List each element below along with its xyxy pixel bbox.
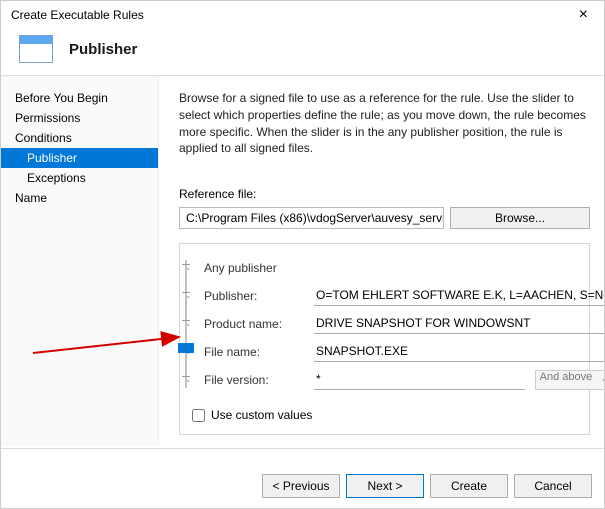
use-custom-values-label: Use custom values	[211, 408, 312, 422]
previous-button[interactable]: < Previous	[262, 474, 340, 498]
cancel-button[interactable]: Cancel	[514, 474, 592, 498]
page-title: Publisher	[69, 41, 137, 58]
create-button[interactable]: Create	[430, 474, 508, 498]
slider-tick	[182, 264, 190, 265]
reference-file-label: Reference file:	[179, 187, 590, 201]
sidebar-item-exceptions[interactable]: Exceptions	[1, 168, 158, 188]
window-title: Create Executable Rules	[11, 8, 144, 22]
reference-file-input[interactable]: C:\Program Files (x86)\vdogServer\auvesy…	[179, 207, 444, 229]
description-text: Browse for a signed file to use as a ref…	[179, 90, 590, 157]
sidebar-item-publisher[interactable]: Publisher	[1, 148, 158, 168]
next-button[interactable]: Next >	[346, 474, 424, 498]
any-publisher-label: Any publisher	[204, 261, 304, 275]
sidebar-item-conditions[interactable]: Conditions	[1, 128, 158, 148]
publisher-icon	[19, 35, 53, 63]
publisher-value[interactable]: O=TOM EHLERT SOFTWARE E.K, L=AACHEN, S=N…	[314, 286, 604, 306]
close-icon[interactable]: ×	[573, 7, 594, 23]
slider-tick	[182, 320, 190, 321]
file-name-value[interactable]: SNAPSHOT.EXE	[314, 342, 604, 362]
use-custom-values-checkbox[interactable]	[192, 409, 205, 422]
divider	[1, 448, 604, 449]
slider-tick	[182, 376, 190, 377]
main-panel: Browse for a signed file to use as a ref…	[159, 76, 604, 446]
and-above-dropdown[interactable]: And above	[535, 370, 604, 390]
sidebar-item-name[interactable]: Name	[1, 188, 158, 208]
product-name-value[interactable]: DRIVE SNAPSHOT FOR WINDOWSNT	[314, 314, 604, 334]
properties-panel: - Any publisher - Publisher: O=TOM EHLER…	[179, 243, 590, 435]
product-name-label: Product name:	[204, 317, 304, 331]
file-version-label: File version:	[204, 373, 304, 387]
browse-button[interactable]: Browse...	[450, 207, 590, 229]
file-name-label: File name:	[204, 345, 304, 359]
file-version-value[interactable]: *	[314, 370, 525, 390]
sidebar-item-permissions[interactable]: Permissions	[1, 108, 158, 128]
wizard-sidebar: Before You Begin Permissions Conditions …	[1, 76, 159, 446]
wizard-footer: < Previous Next > Create Cancel	[262, 474, 592, 498]
slider-thumb[interactable]	[178, 343, 194, 353]
slider-tick	[182, 292, 190, 293]
slider-track	[185, 260, 187, 388]
publisher-label: Publisher:	[204, 289, 304, 303]
sidebar-item-before-you-begin[interactable]: Before You Begin	[1, 88, 158, 108]
wizard-header: Publisher	[1, 25, 604, 75]
